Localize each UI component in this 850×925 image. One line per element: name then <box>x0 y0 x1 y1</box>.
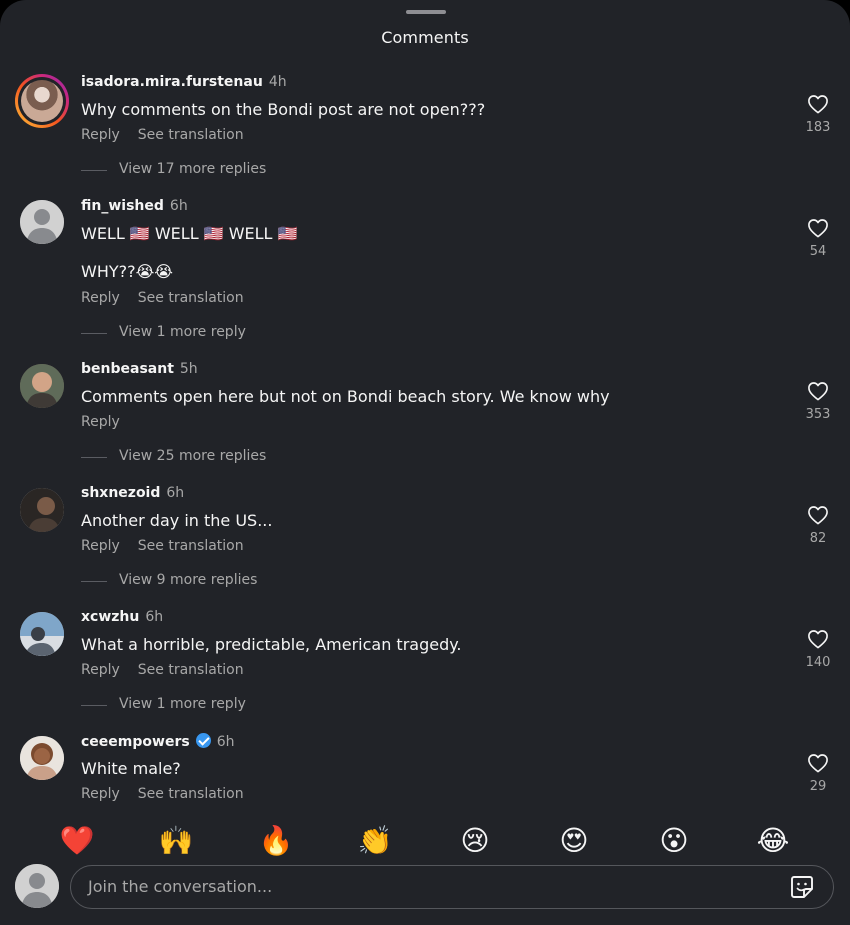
heart-outline-icon <box>808 382 828 401</box>
heart-outline-icon <box>808 219 828 238</box>
like-button[interactable]: 140 <box>790 629 846 670</box>
avatar[interactable] <box>20 488 64 532</box>
reply-button[interactable]: Reply <box>81 127 120 143</box>
avatar[interactable] <box>20 364 64 408</box>
comment-username[interactable]: isadora.mira.furstenau <box>81 74 263 90</box>
see-translation-button[interactable]: See translation <box>138 662 244 678</box>
sheet-title: Comments <box>381 28 469 47</box>
comment-text: What a horrible, predictable, American t… <box>81 635 462 654</box>
heart-outline-icon <box>808 630 828 649</box>
reply-button[interactable]: Reply <box>81 786 120 802</box>
emoji-clapping-button[interactable]: 👏 <box>355 822 395 860</box>
comment-username[interactable]: shxnezoid <box>81 485 160 501</box>
emoji-heart-eyes-button[interactable]: 😍 <box>554 822 594 860</box>
comment-time: 6h <box>169 198 188 214</box>
reply-button[interactable]: Reply <box>81 662 120 678</box>
like-count: 353 <box>805 407 831 422</box>
see-translation-button[interactable]: See translation <box>138 290 244 306</box>
emoji-raising-hands-button[interactable]: 🙌 <box>156 822 196 860</box>
comment-time: 6h <box>216 734 235 750</box>
like-count: 29 <box>809 779 827 794</box>
emoji-heart-button[interactable]: ❤️ <box>57 822 97 860</box>
comment-time: 6h <box>145 609 164 625</box>
comment-text: WELL 🇺🇸 WELL 🇺🇸 WELL 🇺🇸 <box>81 224 298 243</box>
comment-input[interactable]: Join the conversation... <box>70 865 834 909</box>
comment-username[interactable]: fin_wished <box>81 198 164 214</box>
avatar[interactable] <box>20 612 64 656</box>
comment-time: 5h <box>179 361 198 377</box>
see-translation-button[interactable]: See translation <box>138 127 244 143</box>
reply-button[interactable]: Reply <box>81 538 120 554</box>
comment-time: 6h <box>166 485 185 501</box>
comments-sheet: Comments isadora.mira.furstenau 4h Why co… <box>0 0 850 925</box>
comment-composer: Join the conversation... <box>0 862 850 925</box>
comment-input-placeholder: Join the conversation... <box>88 877 273 896</box>
like-button[interactable]: 54 <box>790 218 846 259</box>
person-silhouette-icon <box>15 864 59 908</box>
current-user-avatar <box>15 864 59 908</box>
see-translation-button[interactable]: See translation <box>138 786 244 802</box>
view-replies-button[interactable]: View 1 more reply <box>81 324 246 340</box>
emoji-crying-button[interactable]: 😢 <box>455 822 495 860</box>
like-button[interactable]: 183 <box>790 94 846 135</box>
emoji-fire-button[interactable]: 🔥 <box>256 822 296 860</box>
avatar[interactable] <box>20 200 64 244</box>
see-translation-button[interactable]: See translation <box>138 538 244 554</box>
comment-text: White male? <box>81 759 181 778</box>
person-silhouette-icon <box>20 200 64 244</box>
like-count: 82 <box>809 531 827 546</box>
heart-outline-icon <box>808 506 828 525</box>
comment-text: Comments open here but not on Bondi beac… <box>81 387 610 406</box>
sticker-icon[interactable] <box>789 874 815 904</box>
emoji-reaction-bar: ❤️ 🙌 🔥 👏 😢 😍 😮 😂 <box>0 822 850 862</box>
comment-time: 4h <box>268 74 287 90</box>
drag-handle[interactable] <box>406 10 446 14</box>
comment-username[interactable]: xcwzhu <box>81 609 139 625</box>
view-replies-button[interactable]: View 1 more reply <box>81 696 246 712</box>
verified-badge-icon <box>195 733 211 748</box>
comment-username[interactable]: benbeasant <box>81 361 174 377</box>
comment-username[interactable]: ceeempowers <box>81 734 190 750</box>
comment-text-line-2: WHY??😭😭 <box>81 262 173 281</box>
avatar[interactable] <box>15 74 69 128</box>
avatar[interactable] <box>20 736 64 780</box>
heart-outline-icon <box>808 95 828 114</box>
like-count: 140 <box>805 655 831 670</box>
heart-outline-icon <box>808 754 828 773</box>
comment-text: Another day in the US... <box>81 511 273 530</box>
reply-button[interactable]: Reply <box>81 414 120 430</box>
like-count: 183 <box>805 120 831 135</box>
like-button[interactable]: 353 <box>790 381 846 422</box>
like-button[interactable]: 82 <box>790 505 846 546</box>
view-replies-button[interactable]: View 9 more replies <box>81 572 257 588</box>
like-count: 54 <box>809 244 827 259</box>
view-replies-button[interactable]: View 25 more replies <box>81 448 266 464</box>
emoji-surprised-button[interactable]: 😮 <box>654 822 694 860</box>
like-button[interactable]: 29 <box>790 753 846 794</box>
comment-text: Why comments on the Bondi post are not o… <box>81 100 486 119</box>
reply-button[interactable]: Reply <box>81 290 120 306</box>
view-replies-button[interactable]: View 17 more replies <box>81 161 266 177</box>
emoji-laughing-button[interactable]: 😂 <box>753 822 793 860</box>
